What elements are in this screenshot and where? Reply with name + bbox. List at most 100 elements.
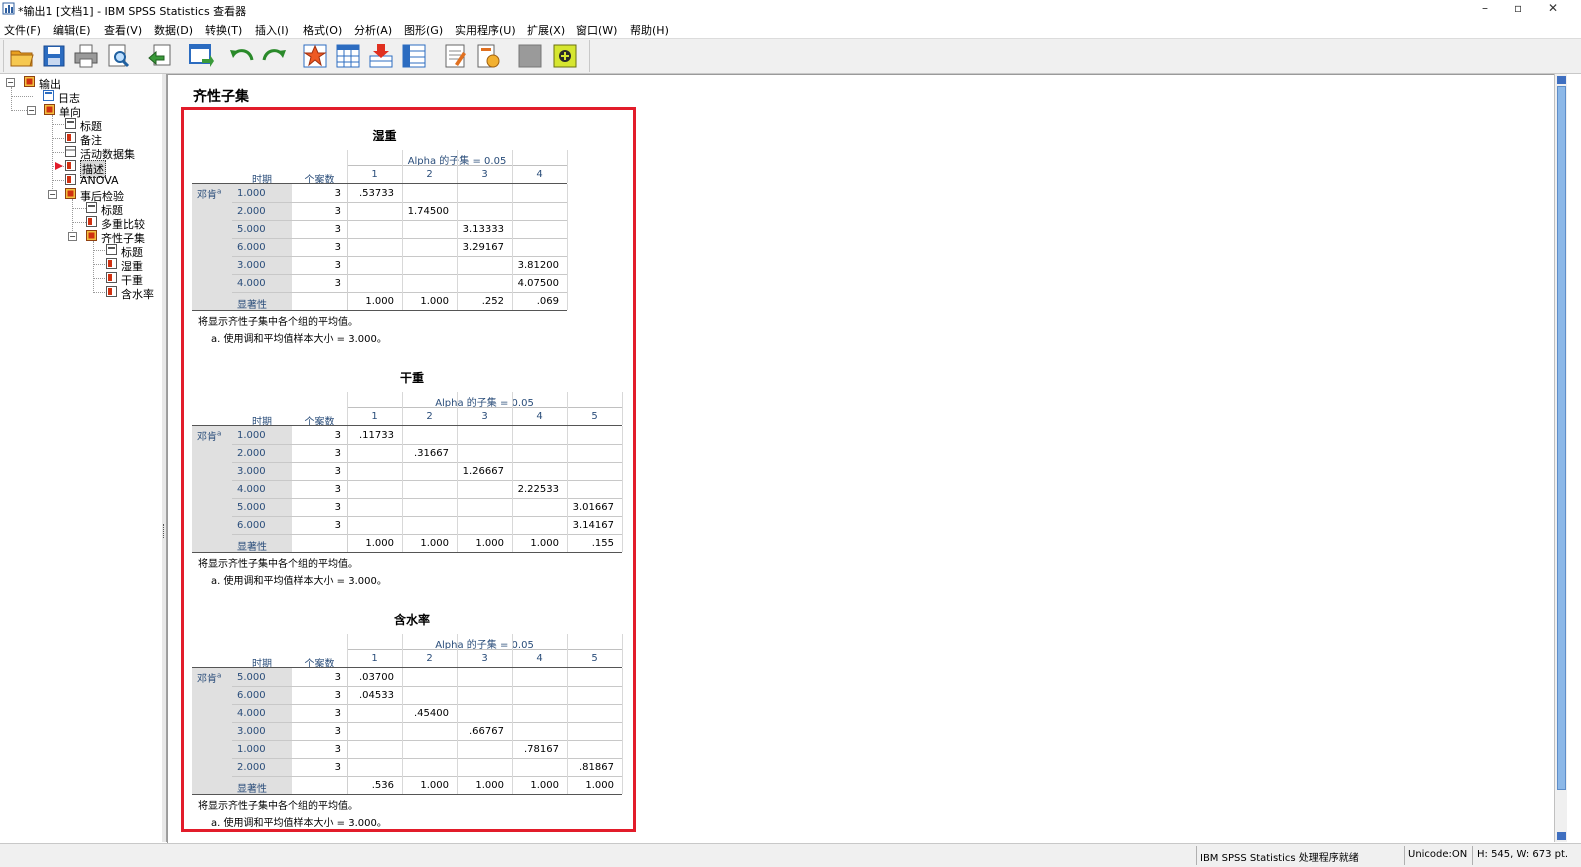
table-icon bbox=[86, 216, 97, 227]
method-label: 邓肯a bbox=[197, 670, 221, 685]
tree-connector bbox=[93, 264, 105, 265]
new-title-icon[interactable] bbox=[474, 42, 502, 70]
export-icon[interactable] bbox=[146, 42, 174, 70]
tree-connector bbox=[93, 241, 94, 293]
row-header-area bbox=[192, 426, 232, 552]
scroll-up-button[interactable] bbox=[1557, 76, 1566, 84]
menu-edit[interactable]: 编辑(E) bbox=[53, 22, 91, 38]
save-icon[interactable] bbox=[40, 42, 68, 70]
gridline bbox=[567, 150, 568, 183]
open-icon[interactable] bbox=[8, 42, 36, 70]
output-book-icon bbox=[86, 230, 97, 241]
col-header-subset: 1 bbox=[371, 653, 378, 664]
vertical-scrollbar[interactable] bbox=[1554, 74, 1568, 842]
goto-case-icon[interactable] bbox=[301, 42, 329, 70]
subset-mean: .45400 bbox=[414, 708, 449, 719]
window-edge bbox=[1567, 74, 1581, 842]
col-header-subset: 5 bbox=[591, 653, 598, 664]
collapse-toggle[interactable]: − bbox=[68, 232, 77, 241]
sig-value: 1.000 bbox=[365, 296, 394, 307]
gridline bbox=[347, 184, 348, 310]
status-unicode: Unicode:ON bbox=[1408, 849, 1468, 860]
sig-value: 1.000 bbox=[420, 538, 449, 549]
gridline bbox=[232, 776, 622, 777]
menu-window[interactable]: 窗口(W) bbox=[576, 22, 617, 38]
gridline bbox=[512, 150, 513, 183]
gridline bbox=[512, 426, 513, 552]
gridline bbox=[512, 392, 513, 425]
sig-label: 显著性 bbox=[237, 542, 267, 553]
gridline bbox=[232, 256, 567, 257]
method-label: 邓肯a bbox=[197, 186, 221, 201]
method-footnote-marker: a bbox=[217, 187, 222, 196]
variables-icon[interactable] bbox=[400, 42, 428, 70]
subset-mean: .53733 bbox=[359, 188, 394, 199]
sig-label: 显著性 bbox=[237, 784, 267, 795]
promote-icon[interactable] bbox=[551, 42, 579, 70]
row-count: 3 bbox=[334, 484, 341, 495]
row-count: 3 bbox=[334, 430, 341, 441]
footnote-means: 将显示齐性子集中各个组的平均值。 bbox=[198, 317, 358, 328]
row-count: 3 bbox=[334, 278, 341, 289]
col-header-subset: 1 bbox=[371, 411, 378, 422]
sig-value: 1.000 bbox=[585, 780, 614, 791]
gridline bbox=[347, 634, 348, 667]
table-icon bbox=[65, 146, 76, 157]
menu-analyze[interactable]: 分析(A) bbox=[354, 22, 392, 38]
footnote-harmonic: a. 使用调和平均值样本大小 = 3.000。 bbox=[211, 818, 387, 829]
gridline bbox=[232, 220, 567, 221]
row-period: 2.000 bbox=[237, 448, 266, 459]
table-icon bbox=[106, 286, 117, 297]
menu-extensions[interactable]: 扩展(X) bbox=[527, 22, 565, 38]
tree-connector bbox=[11, 87, 12, 111]
subset-mean: 2.22533 bbox=[517, 484, 559, 495]
row-period: 4.000 bbox=[237, 278, 266, 289]
subset-mean: .03700 bbox=[359, 672, 394, 683]
close-button[interactable]: ✕ bbox=[1548, 1, 1558, 15]
sig-value: 1.000 bbox=[475, 780, 504, 791]
redo-icon[interactable] bbox=[260, 42, 288, 70]
row-count: 3 bbox=[334, 188, 341, 199]
menu-utilities[interactable]: 实用程序(U) bbox=[455, 22, 516, 38]
subset-mean: .81867 bbox=[579, 762, 614, 773]
print-preview-icon[interactable] bbox=[104, 42, 132, 70]
menu-file[interactable]: 文件(F) bbox=[4, 22, 41, 38]
collapse-toggle[interactable]: − bbox=[6, 78, 15, 87]
menu-graphs[interactable]: 图形(G) bbox=[404, 22, 443, 38]
row-count: 3 bbox=[334, 690, 341, 701]
menu-help[interactable]: 帮助(H) bbox=[630, 22, 669, 38]
collapse-toggle[interactable]: − bbox=[27, 106, 36, 115]
output-heading: 齐性子集 bbox=[193, 89, 249, 105]
scroll-thumb[interactable] bbox=[1557, 86, 1566, 790]
gridline bbox=[402, 426, 403, 552]
gridline bbox=[512, 184, 513, 310]
menu-data[interactable]: 数据(D) bbox=[154, 22, 193, 38]
restore-button[interactable]: ▫ bbox=[1514, 1, 1522, 15]
subset-mean: 3.29167 bbox=[462, 242, 504, 253]
scroll-down-button[interactable] bbox=[1557, 832, 1566, 840]
text-icon[interactable] bbox=[441, 42, 469, 70]
subset-mean: .04533 bbox=[359, 690, 394, 701]
insert-output-icon[interactable] bbox=[367, 42, 395, 70]
menu-insert[interactable]: 插入(I) bbox=[255, 22, 289, 38]
menu-transform[interactable]: 转换(T) bbox=[205, 22, 242, 38]
method-footnote-marker: a bbox=[217, 671, 222, 680]
goto-variable-icon[interactable] bbox=[334, 42, 362, 70]
gridline bbox=[232, 202, 567, 203]
print-icon[interactable] bbox=[72, 42, 100, 70]
collapse-toggle[interactable]: − bbox=[48, 190, 57, 199]
row-period: 2.000 bbox=[237, 206, 266, 217]
subset-mean: .31667 bbox=[414, 448, 449, 459]
status-separator bbox=[1404, 846, 1405, 865]
minimize-button[interactable]: – bbox=[1482, 1, 1488, 15]
row-period: 6.000 bbox=[237, 690, 266, 701]
footnote-means: 将显示齐性子集中各个组的平均值。 bbox=[198, 559, 358, 570]
menu-view[interactable]: 查看(V) bbox=[104, 22, 142, 38]
gridline bbox=[402, 184, 403, 310]
table-icon bbox=[106, 272, 117, 283]
goto-data-icon[interactable] bbox=[187, 42, 215, 70]
row-period: 5.000 bbox=[237, 672, 266, 683]
sig-value: 1.000 bbox=[530, 780, 559, 791]
undo-icon[interactable] bbox=[228, 42, 256, 70]
menu-format[interactable]: 格式(O) bbox=[303, 22, 342, 38]
